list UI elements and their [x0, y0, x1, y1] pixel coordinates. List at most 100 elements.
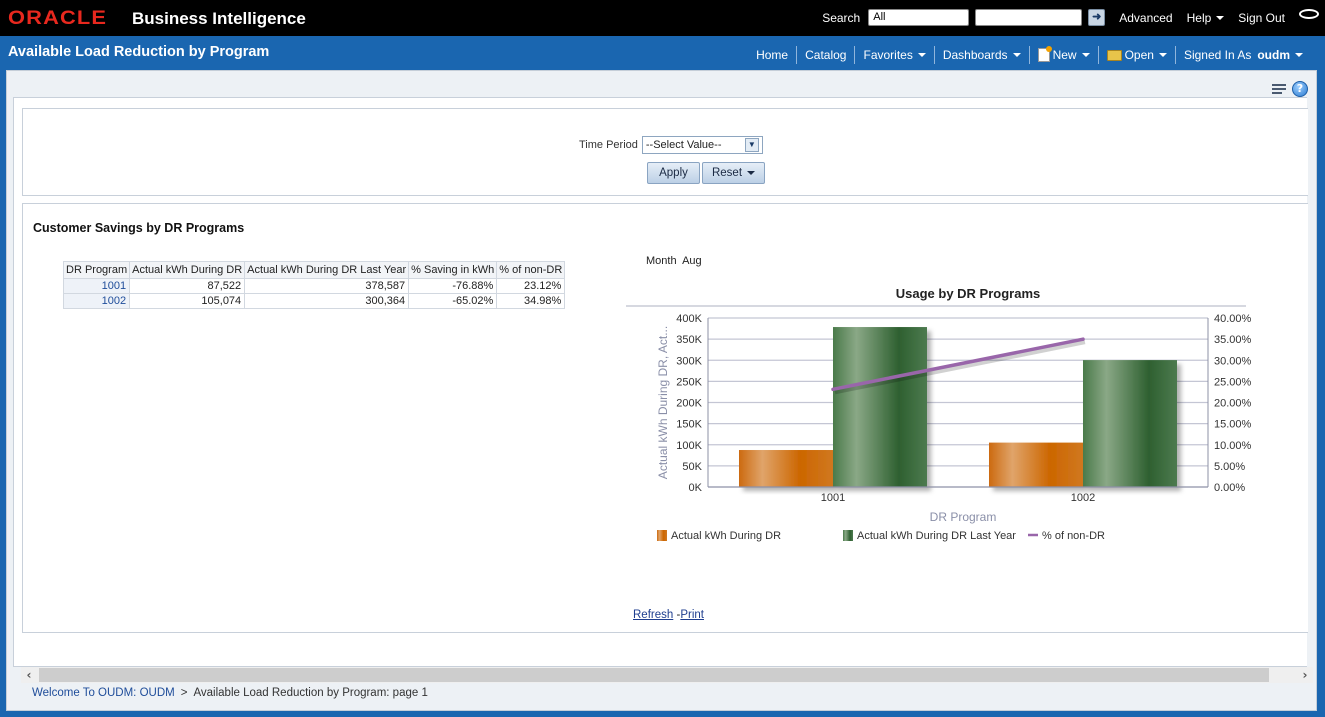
- report-title: Customer Savings by DR Programs: [33, 221, 245, 235]
- table-cell: -65.02%: [408, 293, 498, 309]
- nav-new-label: New: [1052, 48, 1077, 62]
- y2-tick-label: 40.00%: [1214, 313, 1252, 325]
- y-tick-label: 150K: [676, 419, 702, 431]
- y2-tick-label: 30.00%: [1214, 355, 1252, 367]
- dashboard-content: ? Time Period --Select Value-- ▼ Apply R…: [6, 70, 1317, 711]
- y2-tick-label: 35.00%: [1214, 334, 1252, 346]
- table-cell: 105,074: [129, 293, 246, 309]
- nav-home[interactable]: Home: [748, 48, 796, 62]
- time-period-selected-value: --Select Value--: [645, 139, 722, 151]
- scrollbar-thumb[interactable]: [39, 668, 1269, 682]
- table-cell: 87,522: [129, 278, 246, 294]
- scroll-right-icon[interactable]: ›: [1297, 667, 1313, 683]
- y-axis-title: Actual kWh During DR, Act...: [656, 326, 670, 479]
- nav-dashboards[interactable]: Dashboards: [935, 48, 1029, 62]
- nav-new[interactable]: New: [1030, 46, 1098, 62]
- nav-dashboards-label: Dashboards: [942, 48, 1008, 62]
- bar-actual-kwh: [989, 442, 1083, 487]
- report-section: Customer Savings by DR Programs DR Progr…: [22, 203, 1308, 633]
- table-cell: 300,364: [244, 293, 410, 309]
- time-period-label: Time Period: [579, 139, 638, 151]
- chevron-down-icon: [1012, 53, 1021, 57]
- time-period-select[interactable]: --Select Value-- ▼: [641, 136, 763, 154]
- help-icon[interactable]: ?: [1292, 81, 1308, 97]
- help-menu[interactable]: Help: [1187, 11, 1225, 25]
- table-row: 1001 87,522 378,587 -76.88% 23.12%: [62, 278, 566, 294]
- nav-catalog[interactable]: Catalog: [797, 48, 854, 62]
- refresh-link[interactable]: Refresh: [633, 609, 673, 621]
- y2-tick-label: 20.00%: [1214, 398, 1252, 410]
- dashboard-page-panel: Time Period --Select Value-- ▼ Apply Res…: [13, 97, 1308, 667]
- table-cell: 378,587: [244, 278, 410, 294]
- line-point: [1081, 337, 1085, 341]
- bar-actual-kwh: [739, 450, 833, 487]
- column-header: % Saving in kWh: [408, 261, 498, 279]
- breadcrumb-separator: >: [180, 687, 188, 699]
- x-tick-label: 1001: [821, 492, 845, 504]
- y2-tick-label: 10.00%: [1214, 440, 1252, 452]
- search-scope-select[interactable]: All: [868, 9, 970, 26]
- column-header: Actual kWh During DR: [129, 261, 246, 279]
- month-filter-label: Month Aug: [646, 255, 702, 267]
- x-tick-label: 1002: [1071, 492, 1095, 504]
- dr-program-cell[interactable]: 1002: [62, 293, 131, 309]
- chevron-down-icon: [1158, 53, 1167, 57]
- sign-out-link[interactable]: Sign Out: [1238, 11, 1285, 25]
- dr-program-cell[interactable]: 1001: [62, 278, 131, 294]
- nav-open[interactable]: Open: [1099, 48, 1175, 62]
- x-axis-title: DR Program: [930, 510, 997, 524]
- arrow-right-icon: ➜: [1092, 11, 1102, 23]
- report-links: Refresh -Print: [633, 609, 704, 621]
- breadcrumb: Welcome To OUDM: OUDM > Available Load R…: [32, 687, 428, 699]
- oracle-logo: ORACLE: [8, 8, 108, 29]
- y2-tick-label: 25.00%: [1214, 376, 1252, 388]
- month-label: Month: [646, 255, 677, 267]
- nav-favorites[interactable]: Favorites: [855, 48, 933, 62]
- advanced-link[interactable]: Advanced: [1119, 11, 1172, 25]
- table-cell: 34.98%: [496, 293, 566, 309]
- print-link[interactable]: Print: [680, 609, 704, 621]
- search-label: Search: [822, 10, 861, 25]
- time-period-prompt: Time Period --Select Value-- ▼: [579, 136, 763, 154]
- prompt-section: Time Period --Select Value-- ▼ Apply Res…: [22, 108, 1308, 196]
- product-title: Business Intelligence: [132, 9, 306, 28]
- reset-label: Reset: [711, 167, 743, 179]
- y-tick-label: 350K: [676, 334, 702, 346]
- y-tick-label: 300K: [676, 355, 702, 367]
- column-header: % of non-DR: [496, 261, 566, 279]
- y-tick-label: 0K: [689, 482, 703, 494]
- reset-button[interactable]: Reset: [702, 162, 765, 184]
- breadcrumb-current: Available Load Reduction by Program: pag…: [193, 687, 428, 699]
- line-point: [831, 387, 835, 391]
- chevron-down-icon: ▼: [744, 138, 759, 152]
- signed-in-label: Signed In As: [1183, 48, 1252, 62]
- y2-tick-label: 15.00%: [1214, 419, 1252, 431]
- nav-user-menu[interactable]: Signed In As oudm: [1176, 48, 1311, 62]
- apply-button[interactable]: Apply: [647, 162, 700, 184]
- page-tools: ?: [1272, 81, 1308, 97]
- table-row: 1002 105,074 300,364 -65.02% 34.98%: [62, 293, 566, 309]
- legend-swatch: [657, 530, 667, 541]
- page-title: Available Load Reduction by Program: [8, 44, 270, 60]
- folder-icon: [1106, 49, 1122, 61]
- search-input[interactable]: [975, 9, 1083, 26]
- table-cell: -76.88%: [408, 278, 498, 294]
- month-value: Aug: [682, 255, 702, 267]
- horizontal-scrollbar[interactable]: ‹ ›: [21, 667, 1313, 683]
- y-tick-label: 50K: [682, 461, 702, 473]
- y-tick-label: 100K: [676, 440, 702, 452]
- bar-last-year-kwh: [1083, 360, 1177, 487]
- y-tick-label: 400K: [676, 313, 702, 325]
- chevron-down-icon: [1295, 53, 1303, 57]
- nav-open-label: Open: [1124, 48, 1154, 62]
- username: oudm: [1257, 48, 1290, 62]
- breadcrumb-root[interactable]: Welcome To OUDM: OUDM: [32, 687, 175, 699]
- page-options-icon[interactable]: [1272, 83, 1286, 95]
- prompt-buttons: Apply Reset: [647, 162, 765, 184]
- chevron-down-icon: [747, 171, 756, 175]
- savings-table: DR Program Actual kWh During DR Actual k…: [62, 261, 566, 309]
- y2-tick-label: 5.00%: [1214, 461, 1245, 473]
- search-go-button[interactable]: ➜: [1088, 9, 1106, 26]
- scroll-left-icon[interactable]: ‹: [21, 667, 37, 683]
- y-tick-label: 250K: [676, 376, 702, 388]
